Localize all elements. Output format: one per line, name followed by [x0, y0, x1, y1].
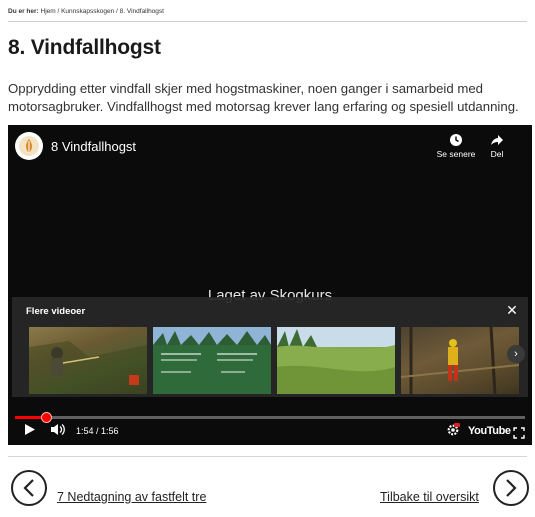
- breadcrumb-path[interactable]: Hjem / Kunnskapsskogen / 8. Vindfallhogs…: [41, 8, 164, 15]
- divider: [8, 21, 527, 22]
- watch-later-button[interactable]: Se senere: [428, 133, 484, 159]
- breadcrumb-prefix: Du er her:: [8, 8, 39, 15]
- clock-icon: [450, 134, 462, 146]
- chevron-right-circle-icon: [506, 479, 517, 497]
- time-display: 1:54 / 1:56: [76, 426, 119, 436]
- next-page-link[interactable]: Tilbake til oversikt: [380, 490, 479, 504]
- prev-page-button[interactable]: [11, 470, 47, 506]
- youtube-logo[interactable]: YouTube: [468, 425, 511, 437]
- fullscreen-button[interactable]: [513, 426, 525, 444]
- settings-button[interactable]: [446, 423, 460, 442]
- progress-bar[interactable]: [15, 412, 525, 423]
- more-videos-panel: Flere videoer ✕ ›: [12, 297, 528, 397]
- intro-text: Opprydding etter vindfall skjer med hogs…: [8, 81, 519, 114]
- share-label: Del: [490, 149, 504, 159]
- play-icon: [25, 424, 35, 435]
- video-thumbnail[interactable]: [401, 327, 519, 394]
- close-icon[interactable]: ✕: [504, 302, 520, 318]
- leaf-logo-icon[interactable]: [15, 132, 43, 160]
- progress-knob[interactable]: [40, 412, 52, 423]
- watch-later-label: Se senere: [436, 149, 476, 159]
- volume-button[interactable]: [50, 423, 66, 441]
- chevron-right-icon[interactable]: ›: [507, 345, 525, 363]
- chevron-left-circle-icon: [23, 479, 34, 497]
- share-arrow-icon: [491, 135, 503, 145]
- video-thumbnail[interactable]: [153, 327, 271, 394]
- volume-icon: [51, 424, 65, 435]
- video-player[interactable]: 8 Vindfallhogst Se senere Del Laget av S…: [8, 125, 532, 445]
- next-page-button[interactable]: [493, 470, 529, 506]
- video-thumbnail[interactable]: [29, 327, 147, 394]
- divider: [8, 456, 527, 457]
- more-videos-title: Flere videoer: [26, 306, 86, 317]
- page-title: 8. Vindfallhogst: [8, 36, 161, 59]
- video-thumbnail[interactable]: [277, 327, 395, 394]
- play-button[interactable]: [24, 423, 36, 441]
- prev-page-link[interactable]: 7 Nedtagning av fastfelt tre: [57, 490, 206, 504]
- share-button[interactable]: Del: [480, 133, 514, 159]
- gear-icon: [447, 423, 460, 436]
- video-title[interactable]: 8 Vindfallhogst: [51, 139, 136, 154]
- breadcrumb: Du er her: Hjem / Kunnskapsskogen / 8. V…: [8, 8, 164, 15]
- fullscreen-icon: [513, 427, 525, 439]
